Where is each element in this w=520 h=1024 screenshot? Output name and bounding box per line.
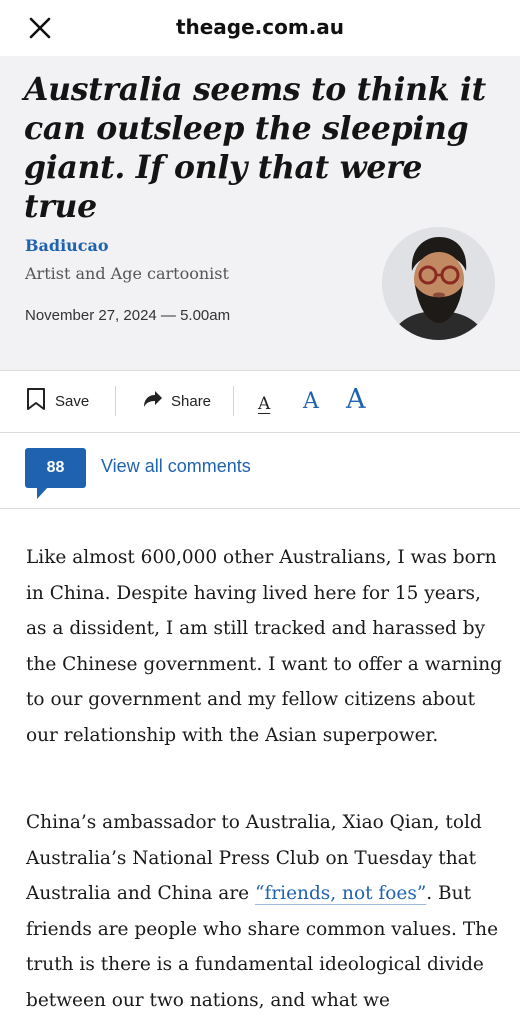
- article-paragraph: China’s ambassador to Australia, Xiao Qi…: [26, 805, 502, 1018]
- author-avatar: [382, 227, 495, 340]
- toolbar-separator: [233, 386, 234, 416]
- share-label: Share: [171, 392, 212, 410]
- comment-count-badge[interactable]: 88: [25, 448, 86, 488]
- save-button[interactable]: Save: [25, 387, 90, 416]
- quote-link[interactable]: “friends, not foes”: [255, 883, 426, 904]
- author-role: Artist and Age cartoonist: [25, 264, 229, 283]
- speech-bubble-tail: [37, 486, 49, 499]
- view-comments-link[interactable]: View all comments: [101, 456, 251, 477]
- toolbar-separator: [115, 386, 116, 416]
- save-label: Save: [55, 392, 90, 410]
- divider-line: [0, 432, 520, 433]
- font-size-small-button[interactable]: A: [258, 394, 270, 414]
- divider-line: [0, 370, 520, 371]
- share-arrow-icon: [143, 390, 163, 413]
- publish-date: November 27, 2024 — 5.00am: [25, 307, 231, 324]
- top-bar: theage.com.au: [0, 0, 520, 56]
- share-button[interactable]: Share: [143, 388, 211, 414]
- divider-line: [0, 508, 520, 509]
- article-headline: Australia seems to think it can outsleep…: [24, 71, 486, 225]
- bookmark-icon: [25, 387, 47, 416]
- font-size-large-button[interactable]: A: [346, 384, 366, 415]
- font-size-medium-button[interactable]: A: [303, 389, 319, 414]
- site-domain: theage.com.au: [175, 15, 345, 39]
- author-name[interactable]: Badiucao: [25, 236, 109, 255]
- article-paragraph: Like almost 600,000 other Australians, I…: [26, 547, 502, 746]
